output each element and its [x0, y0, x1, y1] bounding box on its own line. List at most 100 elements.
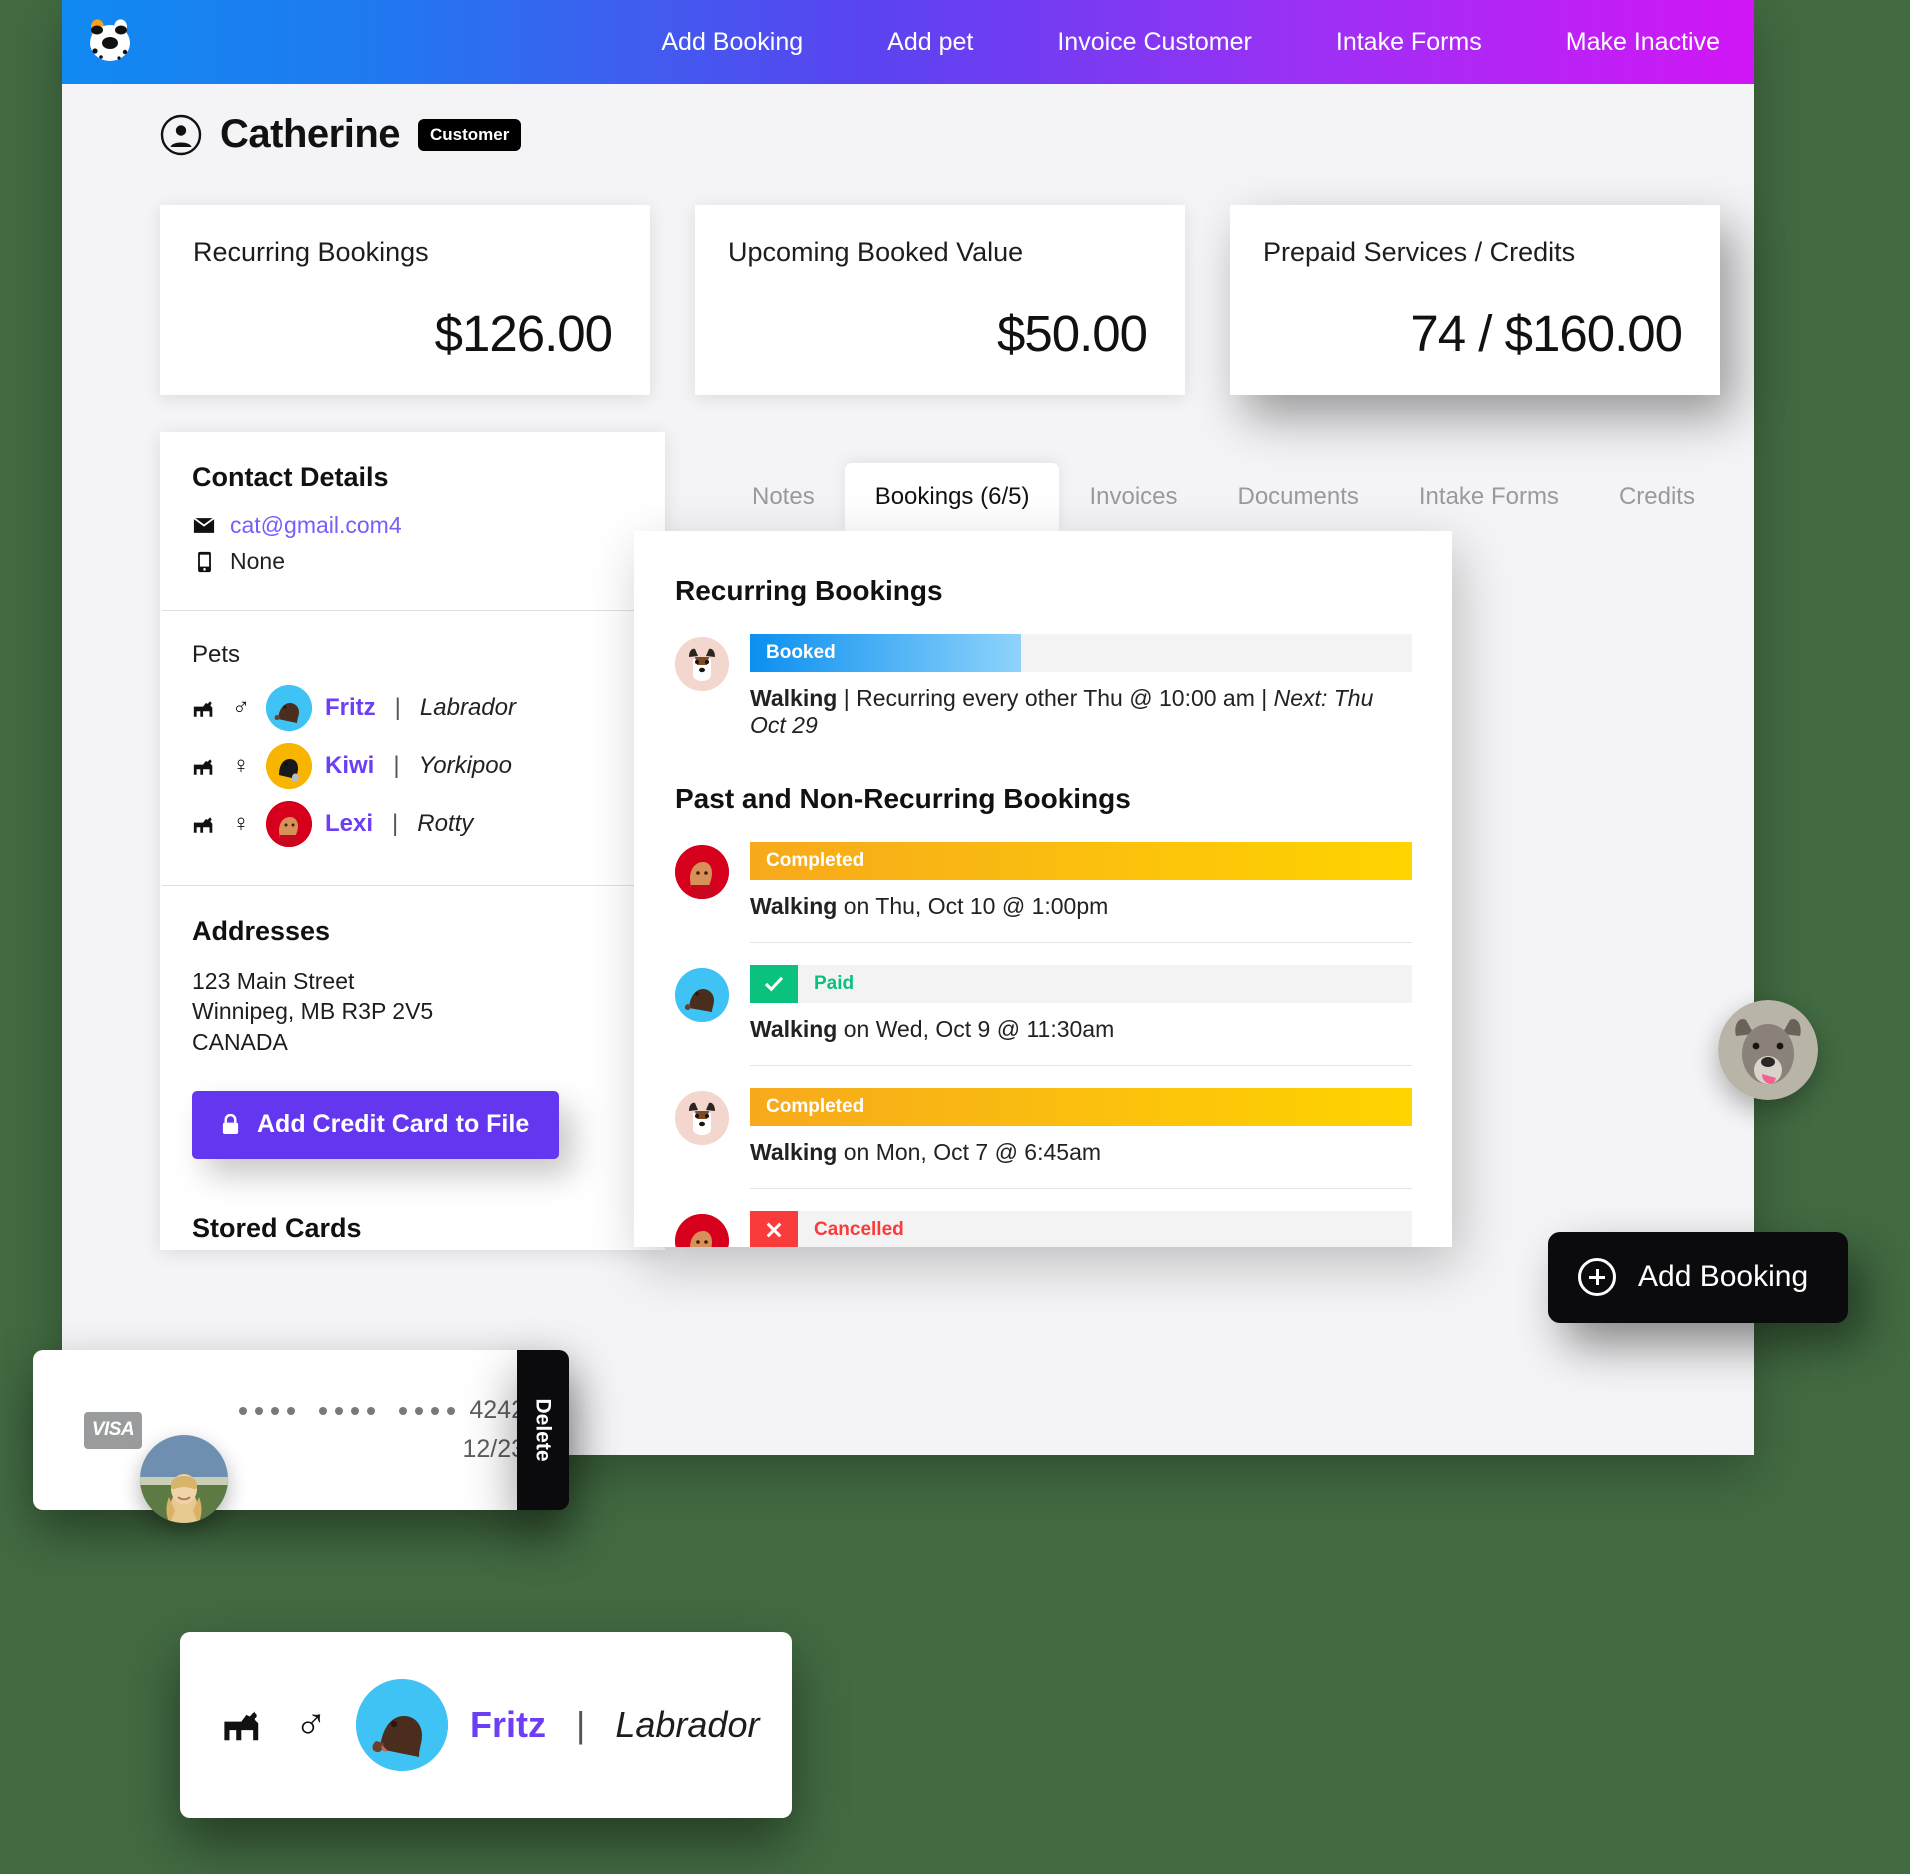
avatar — [675, 1214, 729, 1247]
booking-meta: Walking on Wed, Oct 9 @ 11:30am — [750, 1016, 1412, 1043]
status-bar: Cancelled — [750, 1211, 1412, 1247]
list-item[interactable]: ♀ Kiwi | Yorkipoo — [192, 743, 633, 789]
envelope-icon — [192, 514, 216, 538]
dog-icon — [220, 1705, 266, 1745]
tab-intake-forms[interactable]: Intake Forms — [1389, 463, 1589, 531]
table-row[interactable]: Booked Walking | Recurring every other T… — [675, 634, 1412, 739]
table-row[interactable]: Completed Walking on Mon, Oct 7 @ 6:45am — [675, 1088, 1412, 1166]
divider — [750, 942, 1412, 943]
booking-body: Completed Walking on Thu, Oct 10 @ 1:00p… — [750, 842, 1412, 920]
male-icon: ♂ — [294, 1700, 328, 1749]
booking-body: Completed Walking on Mon, Oct 7 @ 6:45am — [750, 1088, 1412, 1166]
tab-documents[interactable]: Documents — [1208, 463, 1389, 531]
lock-icon — [218, 1113, 242, 1137]
divider — [750, 1188, 1412, 1189]
top-nav-links: Add Booking Add pet Invoice Customer Int… — [661, 28, 1754, 57]
nav-add-pet[interactable]: Add pet — [887, 28, 973, 57]
delete-card-button[interactable]: Delete — [517, 1350, 569, 1510]
pet-name[interactable]: Kiwi — [325, 752, 374, 780]
avatar — [675, 968, 729, 1022]
status-label: Completed — [766, 1096, 865, 1117]
booking-body: Paid Walking on Wed, Oct 9 @ 11:30am — [750, 965, 1412, 1043]
table-row[interactable]: Cancelled Walking on Mon, Oct 7 @ 5:30pm — [675, 1211, 1412, 1247]
stat-title: Recurring Bookings — [193, 237, 429, 267]
avatar — [675, 1091, 729, 1145]
masked-digits-group — [239, 1406, 296, 1415]
contact-phone-row: None — [192, 548, 633, 575]
female-icon: ♀ — [232, 752, 250, 779]
stored-card-item[interactable]: VISA 4242 12/23 — [33, 1350, 563, 1510]
dog-icon — [192, 754, 216, 778]
tab-invoices[interactable]: Invoices — [1059, 463, 1207, 531]
nav-add-booking[interactable]: Add Booking — [661, 28, 803, 57]
add-booking-fab[interactable]: Add Booking — [1548, 1232, 1849, 1323]
service-name: Walking — [750, 685, 838, 711]
tab-bookings[interactable]: Bookings (6/5) — [844, 463, 1060, 531]
pet-name[interactable]: Lexi — [325, 810, 373, 838]
visa-logo: VISA — [84, 1411, 142, 1449]
contact-details-section: Contact Details cat@gmail.com4 None — [160, 432, 665, 610]
contact-details-heading: Contact Details — [192, 462, 389, 492]
pet-popout-card[interactable]: ♂ Fritz | Labrador — [180, 1632, 792, 1818]
address-line-2: Winnipeg, MB R3P 2V5 — [192, 998, 434, 1025]
close-icon — [750, 1211, 798, 1247]
floating-dog-avatar — [1718, 1000, 1818, 1100]
nav-intake-forms[interactable]: Intake Forms — [1336, 28, 1482, 57]
stat-title: Upcoming Booked Value — [728, 237, 1024, 267]
status-bar: Booked — [750, 634, 1412, 672]
plus-circle-icon — [1578, 1258, 1616, 1296]
dog-icon — [192, 812, 216, 836]
dog-face-logo[interactable] — [81, 13, 139, 71]
female-icon: ♀ — [232, 810, 250, 837]
add-booking-fab-label: Add Booking — [1638, 1260, 1809, 1293]
booking-datetime: on Thu, Oct 10 @ 1:00pm — [843, 893, 1109, 919]
separator: | — [394, 694, 401, 721]
pet-name[interactable]: Fritz — [470, 1704, 546, 1746]
male-icon: ♂ — [232, 694, 250, 721]
separator: | — [1261, 685, 1268, 711]
customer-details-card: Contact Details cat@gmail.com4 None Pets — [160, 432, 665, 1251]
addresses-heading: Addresses — [192, 916, 331, 946]
email-link[interactable]: cat@gmail.com4 — [230, 512, 402, 539]
nav-invoice-customer[interactable]: Invoice Customer — [1057, 28, 1252, 57]
screenshot-stage: Add Booking Add pet Invoice Customer Int… — [0, 0, 1910, 1874]
check-icon — [750, 965, 798, 1003]
pet-breed: Labrador — [615, 1704, 760, 1745]
recurrence-detail: Recurring every other Thu @ 10:00 am — [856, 685, 1255, 711]
stat-value: $126.00 — [434, 305, 613, 362]
booking-meta: Walking | Recurring every other Thu @ 10… — [750, 685, 1412, 739]
service-name: Walking — [750, 1016, 838, 1042]
tab-notes[interactable]: Notes — [722, 463, 845, 531]
nav-make-inactive[interactable]: Make Inactive — [1566, 28, 1720, 57]
stat-cards: Recurring Bookings $126.00 Upcoming Book… — [160, 205, 1720, 395]
avatar — [356, 1679, 448, 1771]
table-row[interactable]: Completed Walking on Thu, Oct 10 @ 1:00p… — [675, 842, 1412, 920]
booking-body: Booked Walking | Recurring every other T… — [750, 634, 1412, 739]
booking-datetime: on Wed, Oct 9 @ 11:30am — [843, 1016, 1115, 1042]
avatar — [675, 637, 729, 691]
list-item[interactable]: ♀ Lexi | Rotty — [192, 801, 633, 847]
card-expiry: 12/23 — [462, 1435, 525, 1463]
separator: | — [576, 1704, 586, 1745]
bookings-panel: Recurring Bookings Booked Walking | Recu… — [634, 531, 1452, 1247]
masked-digits-group — [319, 1406, 376, 1415]
card-number-block: 4242 12/23 — [239, 1396, 537, 1464]
dog-icon — [192, 696, 216, 720]
avatar — [675, 845, 729, 899]
tab-credits[interactable]: Credits — [1589, 463, 1725, 531]
table-row[interactable]: Paid Walking on Wed, Oct 9 @ 11:30am — [675, 965, 1412, 1043]
add-credit-card-button[interactable]: Add Credit Card to File — [192, 1091, 560, 1160]
past-bookings-heading: Past and Non-Recurring Bookings — [675, 783, 1131, 814]
status-label: Completed — [766, 850, 865, 871]
status-bar: Completed — [750, 842, 1412, 880]
person-circle-icon — [160, 114, 202, 156]
list-item[interactable]: ♂ Fritz | Labrador — [192, 685, 633, 731]
app-window: Add Booking Add pet Invoice Customer Int… — [62, 0, 1754, 1455]
separator: | — [843, 685, 850, 711]
stat-card-prepaid-services-credits: Prepaid Services / Credits 74 / $160.00 — [1230, 205, 1720, 395]
pet-breed: Yorkipoo — [418, 752, 512, 779]
page-title: Catherine — [220, 112, 401, 156]
booking-datetime: on Mon, Oct 7 @ 6:45am — [843, 1139, 1102, 1165]
pet-name[interactable]: Fritz — [325, 694, 376, 722]
stored-cards-heading: Stored Cards — [192, 1213, 362, 1244]
